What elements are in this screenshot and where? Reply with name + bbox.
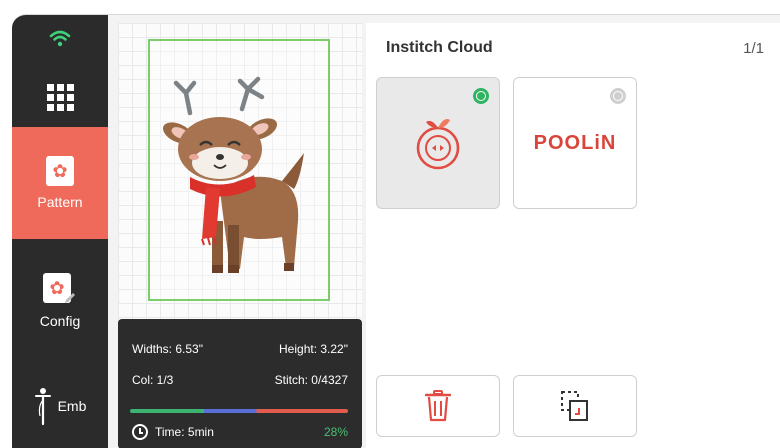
- pattern-icon: ✿: [46, 156, 74, 186]
- config-icon: ✿: [43, 273, 77, 305]
- hoop-area[interactable]: [148, 39, 330, 301]
- widths-value: Widths: 6.53": [132, 342, 203, 356]
- trash-icon: [425, 390, 451, 422]
- sidebar-item-pattern[interactable]: ✿ Pattern: [12, 127, 108, 239]
- needle-icon: [34, 388, 51, 426]
- height-value: Height: 3.22": [279, 342, 348, 356]
- sidebar-item-label: Config: [39, 313, 81, 329]
- select-copy-button[interactable]: [513, 375, 637, 437]
- progress-percent: 28%: [323, 425, 348, 439]
- time-value: Time: 5min: [155, 425, 214, 439]
- color-count-value: Col: 1/3: [132, 373, 174, 387]
- instich-logo-icon: [416, 119, 460, 170]
- pattern-preview: Widths: 6.53" Height: 3.22" Col: 1/3 Sti…: [118, 23, 362, 448]
- page-title: Institch Cloud: [386, 39, 493, 56]
- delete-button[interactable]: [376, 375, 500, 437]
- reindeer-design-image: [163, 76, 304, 273]
- institch-cloud-panel: Institch Cloud 1/1 POOLiN: [366, 23, 780, 448]
- sidebar-item-label: Pattern: [37, 194, 83, 210]
- status-disconnected-icon: [610, 88, 626, 104]
- app-window: ✿ Pattern ✿ Config Emb Widths: 6.53" Hei…: [12, 14, 780, 448]
- sidebar-item-label: Emb: [57, 398, 87, 414]
- sidebar-item-config[interactable]: ✿ Config: [12, 251, 108, 351]
- sidebar-item-emb[interactable]: Emb: [12, 367, 108, 445]
- wifi-icon: [49, 30, 71, 47]
- poolin-logo: POOLiN: [533, 131, 617, 154]
- grid-menu-icon: [46, 83, 74, 111]
- clock-icon: [132, 424, 148, 440]
- sidebar-item-wifi[interactable]: [12, 19, 108, 59]
- page-indicator: 1/1: [743, 40, 764, 57]
- color-progress-bar: [130, 409, 348, 413]
- select-copy-icon: [561, 391, 588, 421]
- cloud-card-poolin[interactable]: POOLiN: [513, 77, 637, 209]
- cloud-card-institch[interactable]: [376, 77, 500, 209]
- sidebar-item-menu[interactable]: [12, 71, 108, 123]
- stitch-count-value: Stitch: 0/4327: [274, 373, 348, 387]
- pattern-info-panel: Widths: 6.53" Height: 3.22" Col: 1/3 Sti…: [118, 319, 362, 448]
- sidebar: ✿ Pattern ✿ Config Emb: [12, 15, 108, 448]
- status-connected-icon: [473, 88, 489, 104]
